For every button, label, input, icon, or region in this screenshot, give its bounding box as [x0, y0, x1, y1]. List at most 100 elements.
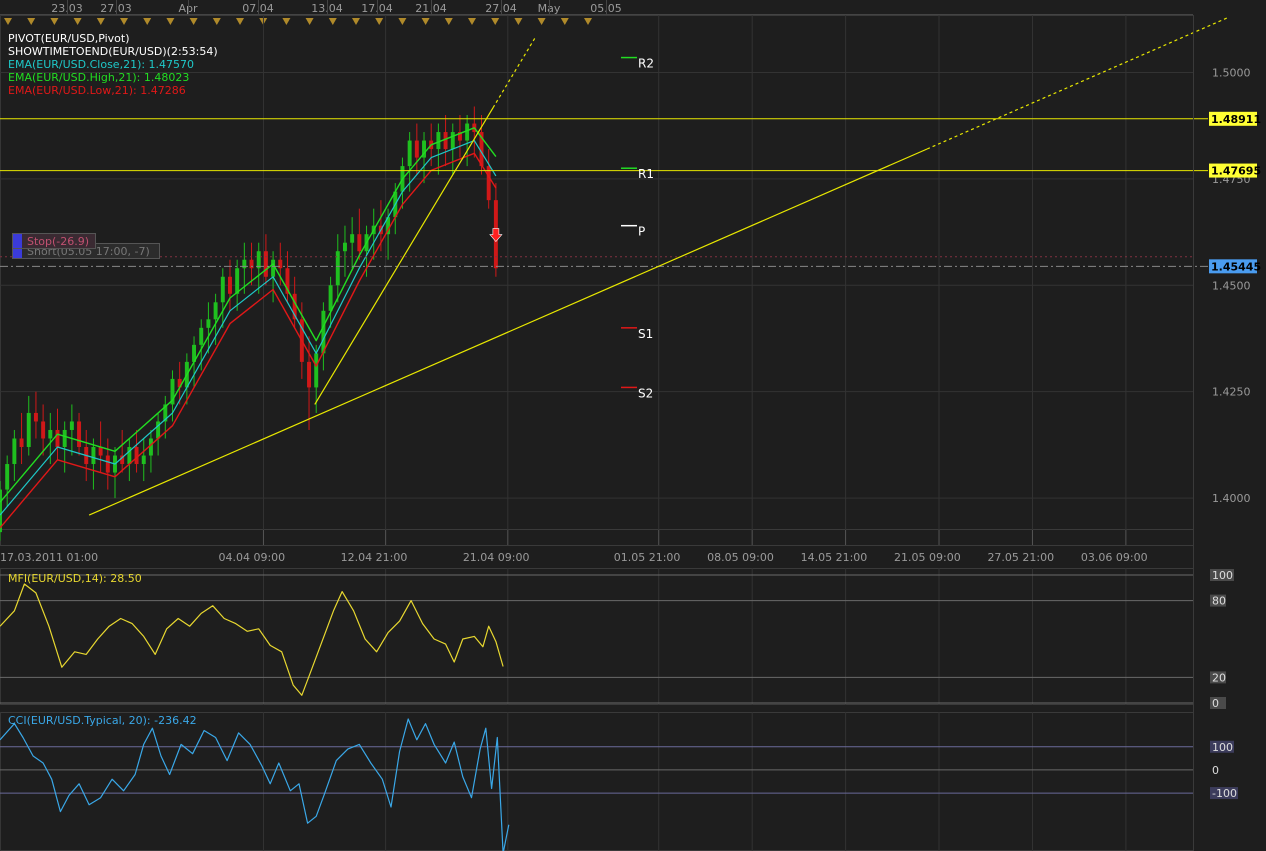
mfi-title: MFI(EUR/USD,14): 28.50	[8, 572, 142, 585]
mfi-tick-label: 0	[1212, 697, 1219, 710]
mfi-tick-label: 100	[1212, 569, 1233, 582]
candle-body	[486, 166, 491, 201]
event-marker	[560, 18, 569, 25]
pivot-label: R1	[638, 167, 654, 181]
x-tick-label: 03.06 09:00	[1081, 551, 1148, 564]
event-marker	[189, 18, 198, 25]
candle-body	[5, 464, 10, 490]
stop-order-handle[interactable]	[13, 234, 22, 248]
candle-body	[465, 123, 470, 141]
cci-tick-label: 0	[1212, 764, 1219, 777]
price-tag-label: 1.45445	[1211, 260, 1261, 273]
event-marker	[491, 18, 500, 25]
candle-body	[407, 140, 412, 167]
candle-body	[450, 132, 455, 150]
candle-body	[249, 259, 254, 269]
x-tick-label: 21.05 09:00	[894, 551, 961, 564]
event-marker	[4, 18, 12, 25]
event-marker	[50, 18, 59, 25]
candle-body	[77, 421, 82, 448]
event-marker	[468, 18, 476, 25]
candle-body	[69, 421, 74, 430]
event-marker	[143, 18, 152, 25]
event-marker	[352, 18, 360, 25]
candle-body	[12, 438, 17, 465]
candle-body	[220, 276, 225, 303]
candle-body	[141, 455, 146, 465]
legend-timer: SHOWTIMETOEND(EUR/USD)(2:53:54)	[8, 45, 218, 58]
x-tick-label: 21.04 09:00	[463, 551, 530, 564]
y-tick-label: 1.4500	[1212, 279, 1251, 292]
x-tick-label: 12.04 21:00	[341, 551, 408, 564]
candle-body	[342, 242, 347, 252]
candle-body	[55, 429, 60, 448]
candle-body	[242, 259, 247, 269]
candle-body	[235, 268, 240, 294]
candle-body	[213, 302, 218, 320]
event-marker	[282, 18, 291, 25]
event-marker	[27, 18, 36, 25]
candle-body	[105, 455, 110, 473]
price-tag-label: 1.48911	[1211, 113, 1261, 126]
candle-body	[199, 327, 204, 345]
pivot-label: S2	[638, 386, 653, 400]
event-marker	[73, 18, 82, 25]
candle-body	[436, 132, 441, 150]
candle-body	[48, 429, 53, 439]
legend-ema-low: EMA(EUR/USD.Low,21): 1.47286	[8, 84, 186, 97]
candle-body	[263, 251, 268, 277]
x-tick-label: 08.05 09:00	[707, 551, 774, 564]
event-marker	[398, 18, 407, 25]
event-marker	[421, 18, 430, 25]
event-marker	[444, 18, 453, 25]
candle-body	[206, 319, 211, 328]
candle-body	[271, 259, 276, 277]
candle-body	[357, 234, 362, 252]
event-marker	[328, 18, 337, 25]
mfi-tick-label: 80	[1212, 595, 1226, 608]
trendline-extension	[926, 16, 1230, 150]
candle-body	[314, 353, 319, 388]
event-marker	[236, 18, 244, 25]
event-marker	[212, 18, 221, 25]
x-tick-label: 17.03.2011 01:00	[0, 551, 98, 564]
cci-tick-label: 100	[1212, 741, 1233, 754]
y-tick-label: 1.4250	[1212, 386, 1251, 399]
event-marker	[166, 18, 175, 25]
event-marker	[375, 18, 384, 25]
candle-body	[227, 276, 232, 294]
legend-ema-close: EMA(EUR/USD.Close,21): 1.47570	[8, 58, 195, 71]
mfi-panel-frame	[0, 568, 1194, 705]
event-marker	[96, 18, 105, 25]
x-tick-label: 27.05 21:00	[987, 551, 1054, 564]
candle-body	[307, 361, 312, 388]
candle-body	[278, 259, 283, 269]
trendline	[314, 107, 494, 405]
cci-line	[0, 718, 510, 851]
stop-order-label: Stop(-26.9)	[27, 235, 90, 248]
y-tick-label: 1.4000	[1212, 492, 1251, 505]
x-tick-label: 01.05 21:00	[614, 551, 681, 564]
x-tick-label: 14.05 21:00	[801, 551, 868, 564]
candle-body	[98, 447, 103, 456]
sell-arrow-icon	[489, 228, 503, 243]
cci-title: CCI(EUR/USD.Typical, 20): -236.42	[8, 714, 197, 727]
stop-order-box[interactable]: Stop(-26.9)	[12, 233, 96, 249]
candle-body	[41, 421, 46, 439]
candle-body	[350, 234, 355, 243]
cci-panel-frame	[0, 712, 1194, 851]
candle-body	[256, 251, 261, 269]
cci-tick-label: -100	[1212, 787, 1237, 800]
event-marker	[514, 18, 523, 25]
candle-body	[91, 447, 96, 465]
ema-low-line	[0, 152, 497, 529]
legend-ema-high: EMA(EUR/USD.High,21): 1.48023	[8, 71, 190, 84]
candle-body	[62, 429, 67, 448]
event-marker	[305, 18, 314, 25]
trendline-extension	[492, 38, 536, 109]
candle-body	[443, 132, 448, 150]
candle-body	[19, 438, 24, 448]
pivot-label: R2	[638, 57, 654, 71]
event-marker	[584, 18, 592, 25]
mfi-tick-label: 20	[1212, 671, 1226, 684]
